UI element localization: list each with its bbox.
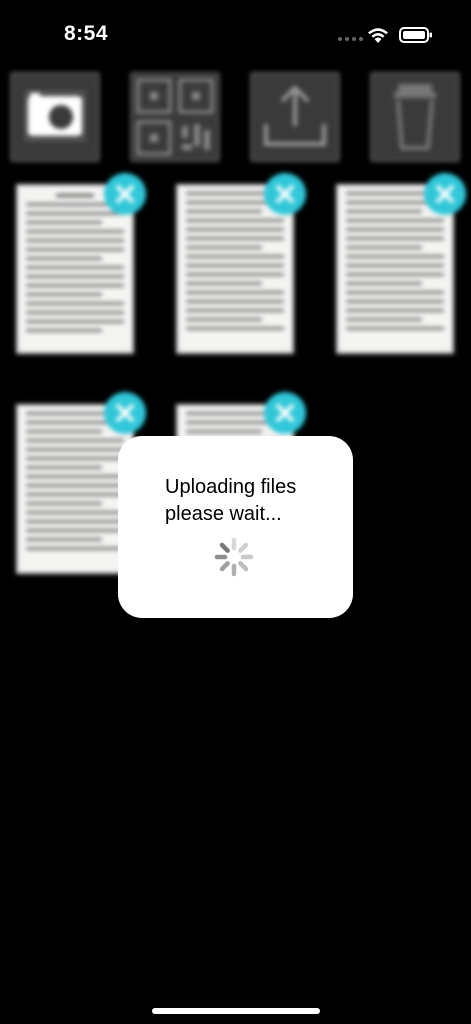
remove-document-button[interactable] [104,392,146,434]
delete-button[interactable] [370,72,460,162]
close-icon [116,404,134,422]
camera-icon [25,91,85,141]
close-icon [436,185,454,203]
upload-progress-dialog: Uploading files please wait... [118,436,353,618]
remove-document-button[interactable] [264,173,306,215]
close-icon [276,404,294,422]
trash-icon [394,84,436,150]
upload-icon [264,85,326,146]
upload-message: Uploading files please wait... [165,476,297,525]
qr-code-icon [136,78,214,156]
remove-document-button[interactable] [264,392,306,434]
activity-spinner-icon [214,537,254,577]
remove-document-button[interactable] [424,173,466,215]
remove-document-button[interactable] [104,173,146,215]
camera-button[interactable] [10,72,100,162]
upload-button[interactable] [250,72,340,162]
scan-qr-button[interactable] [130,72,220,162]
close-icon [116,185,134,203]
home-indicator[interactable] [152,1008,320,1014]
close-icon [276,185,294,203]
